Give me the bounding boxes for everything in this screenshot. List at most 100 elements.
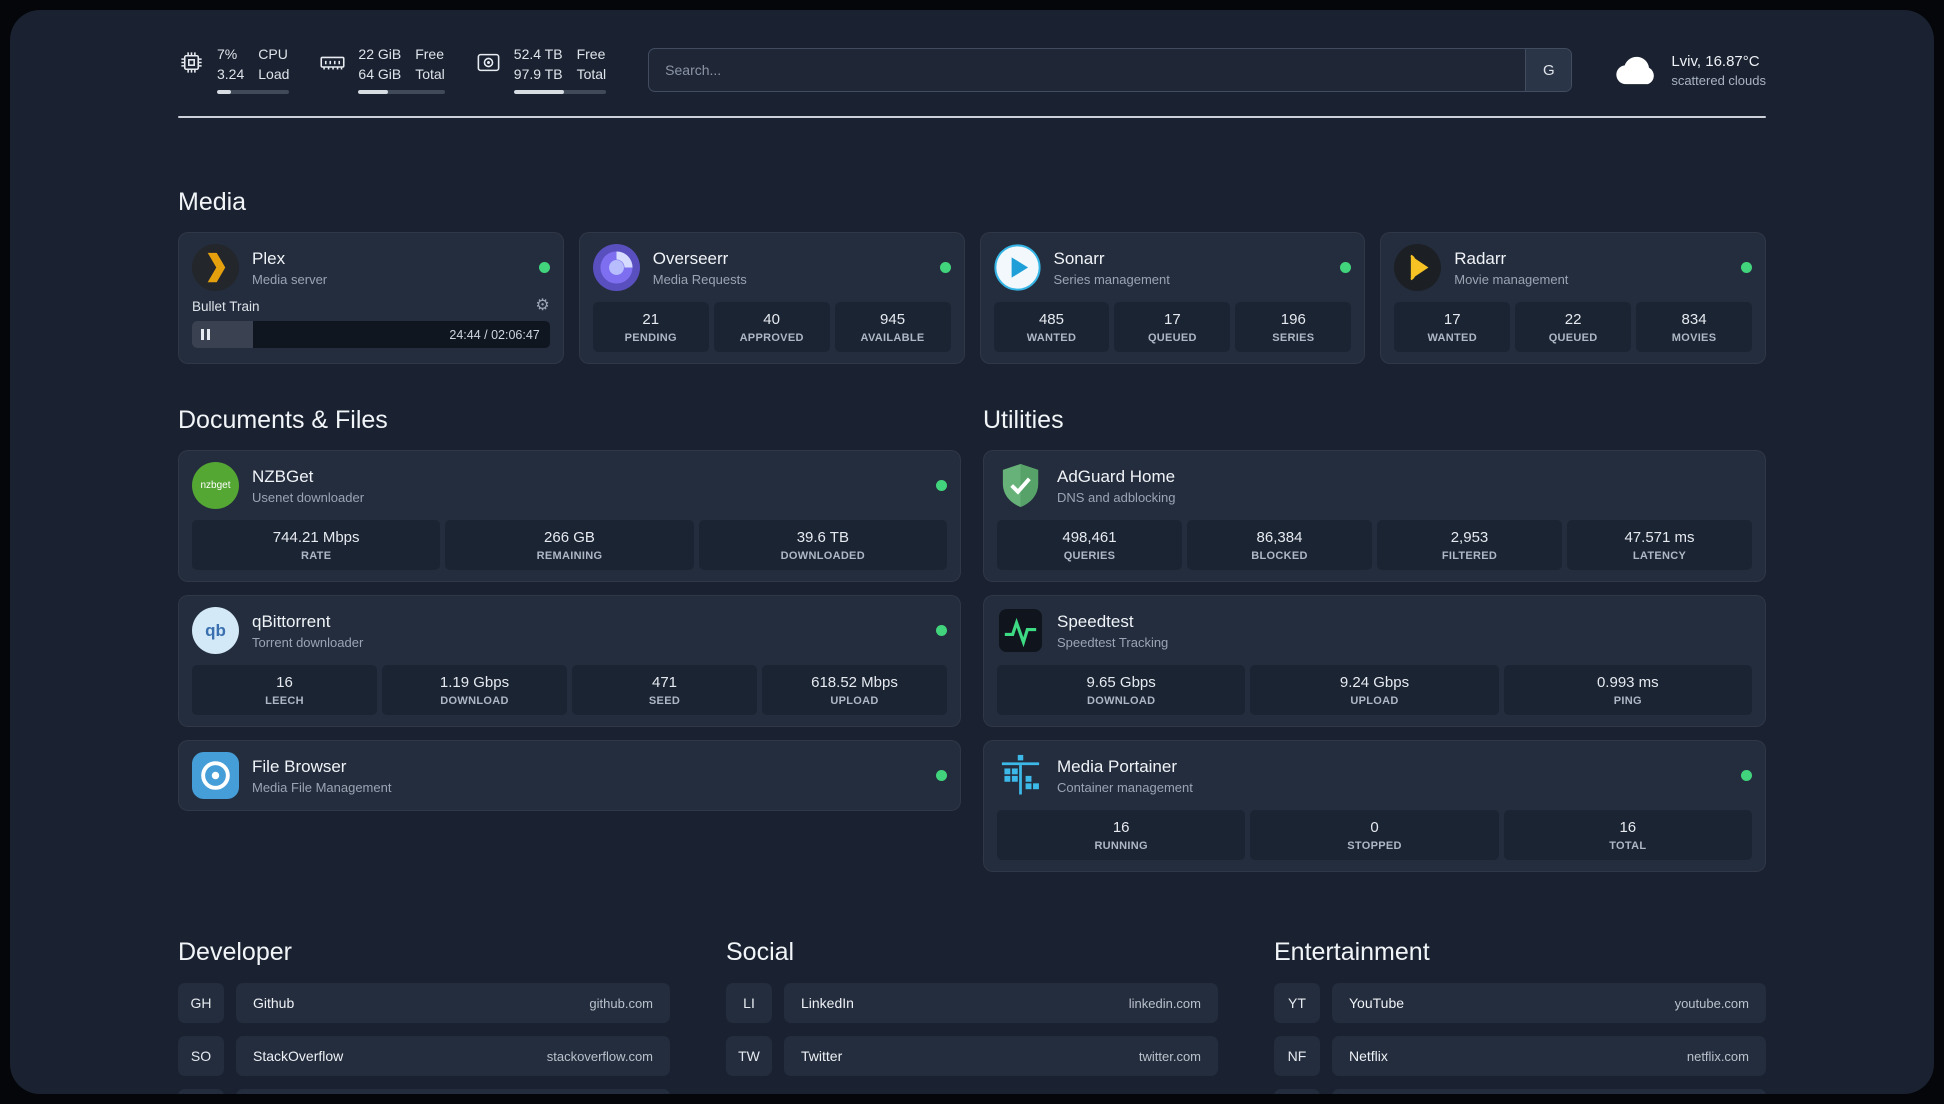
bookmark-abbr[interactable]: YT: [1274, 983, 1320, 1024]
bookmark-abbr[interactable]: LI: [726, 983, 772, 1024]
bookmark-abbr[interactable]: NF: [1274, 1036, 1320, 1077]
cpu-load-label: Load: [258, 66, 290, 83]
app-name: Media Portainer: [1057, 756, 1178, 776]
search-engine-button[interactable]: G: [1525, 49, 1572, 92]
section-title-utilities: Utilities: [983, 406, 1064, 435]
status-dot: [1741, 262, 1752, 274]
bookmark-abbr[interactable]: TW: [726, 1036, 772, 1077]
stat-tile: 196 SERIES: [1235, 302, 1352, 353]
stat-tile: 266 GB REMAINING: [445, 520, 694, 571]
adguard-icon: [997, 462, 1044, 509]
stat-tile: 618.52 Mbps UPLOAD: [762, 665, 947, 716]
status-dot: [1340, 262, 1352, 274]
bookmark-link[interactable]: StackOverflow stackoverflow.com: [236, 1036, 670, 1077]
bookmark-link[interactable]: DEV dev.to: [236, 1089, 670, 1094]
weather-condition: scattered clouds: [1671, 72, 1766, 88]
app-subtitle: Series management: [1053, 271, 1170, 287]
stat-tile: 0 STOPPED: [1250, 810, 1499, 861]
stat-tile: 16 LEECH: [192, 665, 377, 716]
section-title-entertainment: Entertainment: [1274, 938, 1430, 967]
section-title-social: Social: [726, 938, 795, 967]
cpu-icon: [181, 52, 202, 73]
bookmark-abbr[interactable]: RE: [1274, 1089, 1320, 1094]
disk-free-label: Free: [576, 46, 606, 62]
disk-progress-track: [513, 90, 607, 95]
app-card-portainer[interactable]: Media Portainer Container management 16 …: [983, 740, 1766, 873]
status-dot: [939, 262, 951, 274]
stat-tile: 22 QUEUED: [1515, 302, 1632, 353]
disk-total-value: 97.9 TB: [513, 66, 563, 83]
bookmark-link[interactable]: Github github.com: [236, 983, 670, 1024]
app-card-plex[interactable]: Plex Media server Bullet Train ⚙ 24:44 /…: [178, 232, 564, 365]
section-media: Media Plex Media server Bullet Train ⚙ 2…: [178, 188, 1766, 365]
app-name: qBittorrent: [252, 611, 331, 631]
app-name: Speedtest: [1057, 611, 1134, 631]
bookmark-abbr[interactable]: DT: [178, 1089, 224, 1094]
sonarr-icon: [993, 244, 1041, 291]
app-subtitle: Media server: [252, 271, 328, 287]
search-input[interactable]: [649, 49, 1526, 92]
app-name: Radarr: [1454, 248, 1507, 268]
bookmark-stackoverflow: SO StackOverflow stackoverflow.com: [178, 1036, 670, 1077]
topbar: 7% 3.24 CPU Load 22 GiB 64 GiB Free Tota…: [178, 46, 1766, 95]
ram-total-label: Total: [415, 66, 445, 83]
bookmark-abbr[interactable]: SO: [178, 1036, 224, 1077]
weather-location: Lviv, 16.87°C: [1671, 52, 1760, 70]
bookmark-link[interactable]: LinkedIn linkedin.com: [784, 983, 1218, 1024]
section-title-developer: Developer: [178, 938, 292, 967]
cpu-metric: 7% 3.24 CPU Load: [178, 46, 290, 95]
section-social: Social LI LinkedIn linkedin.com TW Twitt…: [726, 938, 1218, 1094]
stat-tile: 40 APPROVED: [713, 302, 830, 353]
bookmark-link[interactable]: YouTube youtube.com: [1332, 983, 1766, 1024]
section-documents: Documents & Files nzbget NZBGet Usenet d…: [178, 406, 961, 872]
cpu-percent: 7%: [217, 46, 238, 62]
app-card-adguard[interactable]: AdGuard Home DNS and adblocking 498,461 …: [983, 450, 1766, 583]
app-name: Plex: [252, 248, 286, 268]
app-card-radarr[interactable]: Radarr Movie management 17 WANTED 22 QUE…: [1380, 232, 1766, 365]
portainer-icon: [997, 752, 1044, 799]
stat-tile: 16 RUNNING: [997, 810, 1246, 861]
app-card-nzbget[interactable]: nzbget NZBGet Usenet downloader 744.21 M…: [178, 450, 961, 583]
bookmark-abbr[interactable]: GH: [178, 983, 224, 1024]
pause-button[interactable]: [201, 329, 210, 341]
app-subtitle: Media Requests: [652, 271, 747, 287]
radarr-icon: [1394, 244, 1442, 292]
stat-tile: 498,461 QUERIES: [997, 520, 1182, 571]
app-card-speedtest[interactable]: Speedtest Speedtest Tracking 9.65 Gbps D…: [983, 595, 1766, 728]
app-name: File Browser: [252, 756, 347, 776]
app-subtitle: Media File Management: [252, 779, 392, 795]
search-bar[interactable]: G: [648, 48, 1573, 93]
stat-tile: 2,953 FILTERED: [1377, 520, 1562, 571]
disk-metric: 52.4 TB 97.9 TB Free Total: [475, 46, 607, 95]
status-dot: [936, 625, 947, 637]
status-dot: [1741, 770, 1752, 782]
overseerr-icon: [592, 244, 640, 292]
bookmark-link[interactable]: Reddit reddit.com: [1332, 1089, 1766, 1094]
stat-tile: 16 TOTAL: [1503, 810, 1752, 861]
bookmark-twitter: TW Twitter twitter.com: [726, 1036, 1218, 1077]
ram-free-value: 22 GiB: [358, 46, 402, 62]
bookmark-link[interactable]: Twitter twitter.com: [784, 1036, 1218, 1077]
app-name: AdGuard Home: [1057, 466, 1176, 486]
dashboard-content: 7% 3.24 CPU Load 22 GiB 64 GiB Free Tota…: [10, 46, 1934, 1094]
bookmark-reddit: RE Reddit reddit.com: [1274, 1089, 1766, 1094]
bookmark-github: GH Github github.com: [178, 983, 670, 1024]
disk-free-value: 52.4 TB: [513, 46, 563, 62]
app-card-qbittorrent[interactable]: qb qBittorrent Torrent downloader 16 LEE…: [178, 595, 961, 728]
bookmark-link[interactable]: Netflix netflix.com: [1332, 1036, 1766, 1077]
stat-tile: 9.65 Gbps DOWNLOAD: [997, 665, 1246, 716]
section-title-documents: Documents & Files: [178, 406, 388, 435]
stat-tile: 17 QUEUED: [1114, 302, 1231, 353]
ram-icon: [320, 56, 345, 70]
app-card-filebrowser[interactable]: File Browser Media File Management: [178, 740, 961, 812]
playback-progress-bar[interactable]: 24:44 / 02:06:47: [192, 321, 550, 349]
section-title-media: Media: [178, 188, 247, 217]
disk-icon: [477, 53, 500, 72]
ram-total-value: 64 GiB: [358, 66, 402, 83]
app-card-overseerr[interactable]: Overseerr Media Requests 21 PENDING 40 A…: [578, 232, 965, 365]
cpu-progress-fill: [217, 90, 232, 95]
nzbget-icon: nzbget: [192, 462, 239, 510]
app-subtitle: Usenet downloader: [252, 489, 365, 505]
gear-icon[interactable]: ⚙: [535, 298, 549, 314]
app-card-sonarr[interactable]: Sonarr Series management 485 WANTED 17 Q…: [979, 232, 1366, 365]
